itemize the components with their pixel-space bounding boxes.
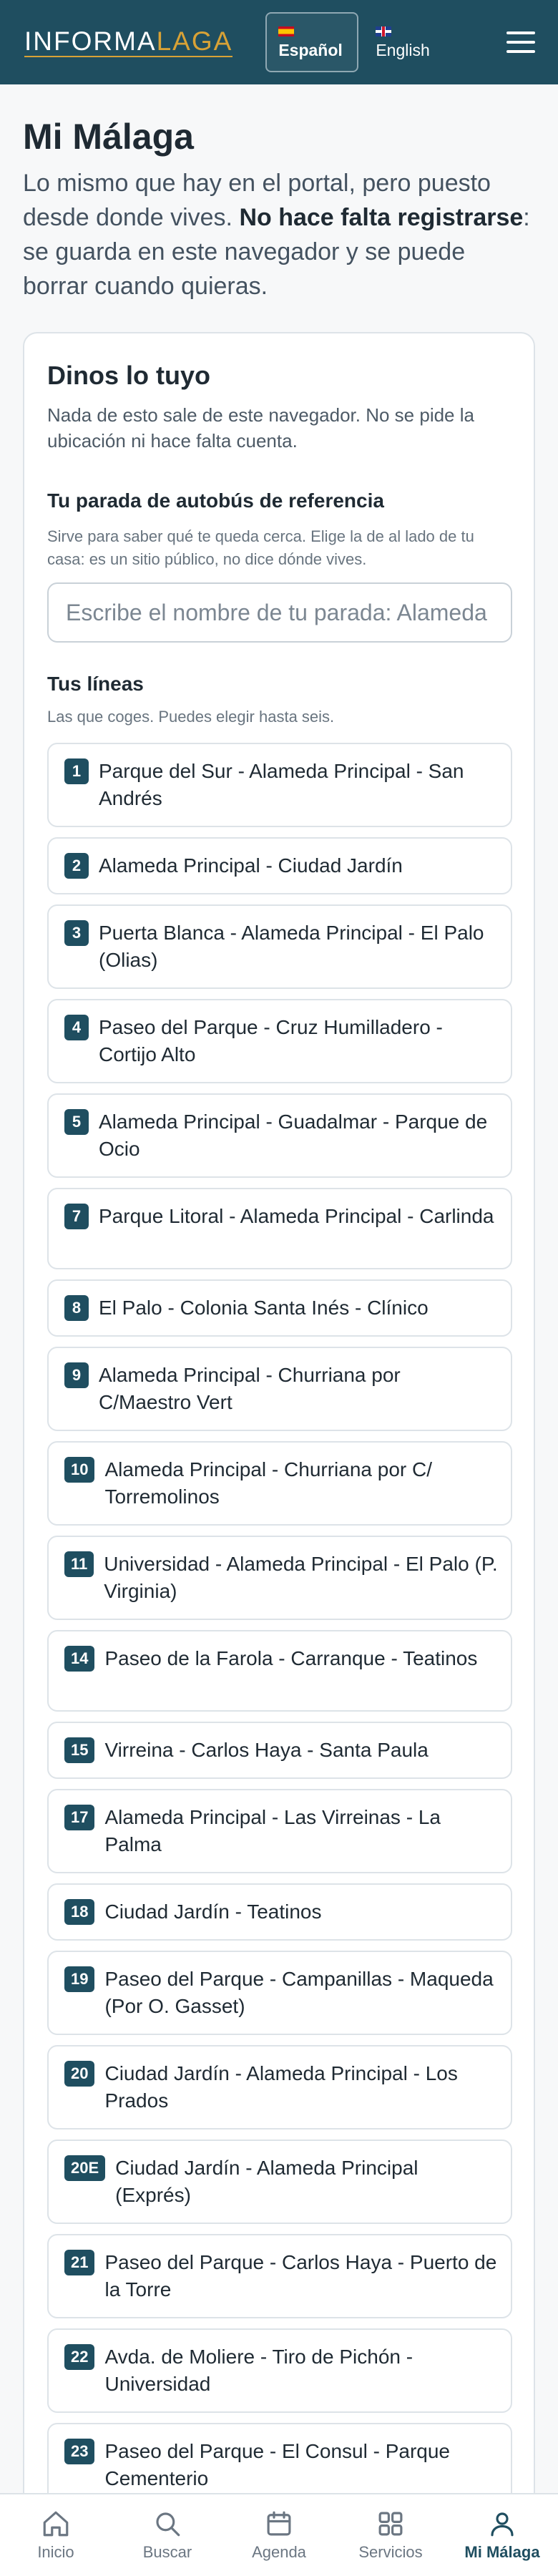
- line-route-label: Paseo de la Farola - Carranque - Teatino…: [104, 1647, 478, 1669]
- card-subtitle: Nada de esto sale de este navegador. No …: [47, 404, 474, 452]
- nav-label: Mi Málaga: [464, 2543, 540, 2561]
- line-route-label: Ciudad Jardín - Alameda Principal (Expré…: [115, 2157, 418, 2206]
- nav-item-inicio[interactable]: Inicio: [0, 2494, 112, 2576]
- line-route-label: Paseo del Parque - El Consul - Parque Ce…: [104, 2440, 450, 2489]
- bus-line-option[interactable]: 10 Alameda Principal - Churriana por C/ T…: [47, 1441, 512, 1526]
- page-title: Mi Málaga: [23, 117, 194, 157]
- line-number-badge: 7: [64, 1204, 89, 1229]
- page-intro: Lo mismo que hay en el portal, pero pues…: [23, 170, 530, 300]
- stop-section-help: Sirve para saber qué te queda cerca. Eli…: [47, 527, 474, 568]
- top-header: INFORMALAGA Español English: [0, 0, 558, 84]
- line-route-label: Parque Litoral - Alameda Principal - Car…: [99, 1205, 494, 1227]
- line-route-label: Alameda Principal - Churriana por C/ Tor…: [104, 1458, 433, 1508]
- line-number-badge: 8: [64, 1295, 89, 1321]
- line-number-badge: 23: [64, 2439, 95, 2464]
- line-route-label: Parque del Sur - Alameda Principal - San…: [99, 760, 464, 809]
- line-route-label: Alameda Principal - Ciudad Jardín: [99, 854, 403, 877]
- language-label: English: [376, 40, 430, 59]
- line-number-badge: 2: [64, 853, 89, 879]
- flag-es-icon: [278, 26, 295, 36]
- bus-line-option[interactable]: 11 Universidad - Alameda Principal - El P…: [47, 1536, 512, 1620]
- bus-stop-search-input[interactable]: [47, 582, 512, 643]
- hamburger-menu-icon[interactable]: [505, 28, 537, 57]
- nav-label: Inicio: [37, 2543, 74, 2561]
- preferences-card: Dinos lo tuyo Nada de esto sale de este …: [23, 332, 535, 2576]
- bus-line-option[interactable]: 5 Alameda Principal - Guadalmar - Parque …: [47, 1093, 512, 1178]
- line-number-badge: 14: [64, 1646, 95, 1672]
- bottom-navigation: Inicio Buscar Agenda Servicios Mi Málaga: [0, 2493, 558, 2576]
- search-icon: [156, 2512, 180, 2537]
- language-option-en[interactable]: English: [364, 12, 457, 72]
- line-route-label: Alameda Principal - Guadalmar - Parque d…: [99, 1111, 488, 1160]
- nav-label: Buscar: [142, 2543, 192, 2561]
- line-route-label: Puerta Blanca - Alameda Principal - El P…: [99, 922, 484, 971]
- bus-line-option[interactable]: 15 Virreina - Carlos Haya - Santa Paula: [47, 1722, 512, 1779]
- bus-line-option[interactable]: 17 Alameda Principal - Las Virreinas - La…: [47, 1789, 512, 1873]
- lines-section-help: Las que coges. Puedes elegir hasta seis.: [47, 708, 335, 726]
- bus-line-option[interactable]: 2 Alameda Principal - Ciudad Jardín: [47, 837, 512, 894]
- line-number-badge: 4: [64, 1015, 89, 1040]
- nav-item-servicios[interactable]: Servicios: [335, 2494, 446, 2576]
- line-route-label: Avda. de Moliere - Tiro de Pichón - Univ…: [104, 2346, 413, 2395]
- line-route-label: Virreina - Carlos Haya - Santa Paula: [104, 1739, 429, 1761]
- line-number-badge: 9: [64, 1362, 89, 1388]
- bus-line-option[interactable]: 21 Paseo del Parque - Carlos Haya - Puert…: [47, 2234, 512, 2318]
- bus-line-option[interactable]: 20E Ciudad Jardín - Alameda Principal (Ex…: [47, 2140, 512, 2224]
- site-logo[interactable]: INFORMALAGA: [24, 28, 233, 57]
- bus-line-option[interactable]: 19 Paseo del Parque - Campanillas - Maque…: [47, 1951, 512, 2035]
- nav-label: Servicios: [358, 2543, 423, 2561]
- line-number-badge: 5: [64, 1109, 89, 1135]
- line-number-badge: 11: [64, 1551, 94, 1577]
- nav-item-agenda[interactable]: Agenda: [223, 2494, 335, 2576]
- grid-icon: [378, 2512, 403, 2536]
- bus-lines-list: 1 Parque del Sur - Alameda Principal - Sa…: [47, 743, 512, 2576]
- bus-line-option[interactable]: 14 Paseo de la Farola - Carranque - Teati…: [47, 1630, 512, 1712]
- stop-section-title: Tu parada de autobús de referencia: [47, 489, 384, 512]
- bus-line-option[interactable]: 20 Ciudad Jardín - Alameda Principal - Lo…: [47, 2045, 512, 2129]
- language-option-es[interactable]: Español: [265, 12, 359, 72]
- line-number-badge: 20: [64, 2061, 95, 2087]
- calendar-icon: [267, 2511, 291, 2536]
- line-number-badge: 21: [64, 2250, 95, 2275]
- line-number-badge: 15: [64, 1737, 95, 1763]
- bus-line-option[interactable]: 8 El Palo - Colonia Santa Inés - Clínico: [47, 1279, 512, 1337]
- language-label: Español: [278, 40, 343, 59]
- line-number-badge: 19: [64, 1966, 95, 1992]
- lines-section-title: Tus líneas: [47, 673, 144, 695]
- line-route-label: El Palo - Colonia Santa Inés - Clínico: [99, 1297, 429, 1319]
- bus-line-option[interactable]: 3 Puerta Blanca - Alameda Principal - El …: [47, 904, 512, 989]
- bus-line-option[interactable]: 22 Avda. de Moliere - Tiro de Pichón - Un…: [47, 2328, 512, 2413]
- line-number-badge: 22: [64, 2344, 95, 2370]
- line-route-label: Paseo del Parque - Cruz Humilladero - Co…: [99, 1016, 443, 1065]
- line-number-badge: 3: [64, 920, 89, 946]
- line-route-label: Paseo del Parque - Campanillas - Maqueda…: [104, 1968, 494, 2017]
- user-icon: [491, 2512, 514, 2537]
- nav-item-buscar[interactable]: Buscar: [112, 2494, 223, 2576]
- line-number-badge: 10: [64, 1457, 95, 1483]
- bus-line-option[interactable]: 1 Parque del Sur - Alameda Principal - Sa…: [47, 743, 512, 827]
- bus-line-option[interactable]: 18 Ciudad Jardín - Teatinos: [47, 1883, 512, 1941]
- line-route-label: Ciudad Jardín - Teatinos: [104, 1901, 322, 1923]
- nav-item-mi-malaga[interactable]: Mi Málaga: [446, 2494, 558, 2576]
- home-icon: [43, 2511, 69, 2537]
- language-switcher: Español English: [265, 12, 457, 72]
- nav-label: Agenda: [252, 2543, 306, 2561]
- line-route-label: Ciudad Jardín - Alameda Principal - Los …: [104, 2062, 458, 2112]
- line-route-label: Alameda Principal - Churriana por C/Maes…: [99, 1364, 401, 1413]
- flag-gb-icon: [376, 26, 392, 36]
- line-route-label: Alameda Principal - Las Virreinas - La P…: [104, 1806, 441, 1855]
- bus-line-option[interactable]: 7 Parque Litoral - Alameda Principal - Ca…: [47, 1188, 512, 1269]
- bus-line-option[interactable]: 9 Alameda Principal - Churriana por C/Mae…: [47, 1347, 512, 1431]
- line-route-label: Universidad - Alameda Principal - El Pal…: [104, 1553, 498, 1602]
- bus-line-option[interactable]: 4 Paseo del Parque - Cruz Humilladero - C…: [47, 999, 512, 1083]
- line-number-badge: 1: [64, 758, 89, 784]
- line-number-badge: 18: [64, 1899, 95, 1925]
- line-number-badge: 17: [64, 1805, 95, 1830]
- line-route-label: Paseo del Parque - Carlos Haya - Puerto …: [104, 2251, 497, 2301]
- card-title: Dinos lo tuyo: [47, 361, 210, 390]
- line-number-badge: 20E: [64, 2155, 106, 2181]
